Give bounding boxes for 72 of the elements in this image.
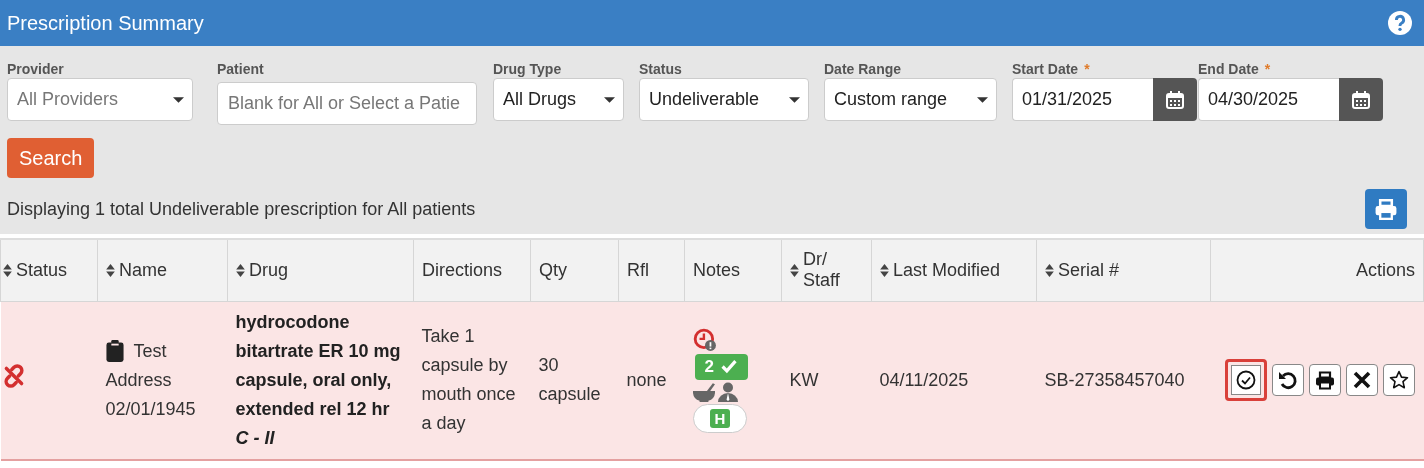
print-icon <box>1374 198 1398 220</box>
serial-number: SB-27358457040 <box>1044 368 1186 392</box>
checkmark-icon <box>719 359 738 374</box>
field-label: Provider <box>7 61 64 77</box>
count-badge: 2 <box>694 353 748 380</box>
column-header[interactable]: Status <box>0 239 98 301</box>
date-field[interactable]: 04/30/2025 <box>1198 78 1339 121</box>
caret-icon <box>173 96 184 103</box>
dropdown[interactable]: All Drugs <box>493 78 624 121</box>
search-button[interactable]: Search <box>7 138 95 178</box>
sort-icon <box>236 263 245 277</box>
drug-name: hydrocodone bitartrate ER 10 mg capsule, oral only, extended rel 12 hr C - II <box>235 310 402 450</box>
calendar-icon <box>1351 90 1371 109</box>
patient-name[interactable]: Test Address <box>105 336 220 395</box>
column-header[interactable]: Drug <box>227 239 414 301</box>
dropdown[interactable]: Custom range <box>824 78 997 121</box>
column-header: Actions <box>1210 239 1424 301</box>
page-title: Prescription Summary <box>7 11 204 35</box>
field-label: Date Range <box>824 61 902 77</box>
calendar-button[interactable] <box>1153 78 1197 121</box>
check-circle-icon <box>1235 370 1256 390</box>
sort-icon <box>880 263 889 277</box>
column-header[interactable]: Serial # <box>1036 239 1211 301</box>
clock-warning-icon <box>692 327 717 352</box>
caret-icon <box>977 96 988 103</box>
quantity-text: 30 capsule <box>538 354 602 406</box>
column-header[interactable]: Name <box>97 239 228 301</box>
sort-icon <box>3 263 12 277</box>
field-label: End Date <box>1198 61 1259 77</box>
star-icon <box>1388 370 1409 390</box>
column-header[interactable]: Last Modified <box>871 239 1037 301</box>
results-summary: Displaying 1 total Undeliverable prescription for All patients <box>7 198 476 220</box>
date-text: 04/11/2025 <box>879 368 970 392</box>
column-header: Notes <box>684 239 782 301</box>
favorite-button[interactable] <box>1382 364 1415 396</box>
delete-button[interactable] <box>1345 364 1378 396</box>
field-label: Start Date <box>1012 61 1079 77</box>
mortar-pestle-icon <box>692 381 715 402</box>
undo-button[interactable] <box>1271 364 1304 396</box>
person-icon <box>717 381 738 402</box>
input-field[interactable]: Blank for All or Select a Patie <box>217 82 477 125</box>
clipboard-icon <box>105 339 124 362</box>
sort-icon <box>1045 263 1054 277</box>
column-header[interactable]: Dr/ Staff <box>781 239 872 301</box>
birth-date: 02/01/1945 <box>105 397 197 421</box>
field-label: Patient <box>217 61 264 77</box>
approve-button[interactable] <box>1224 359 1267 401</box>
dropdown[interactable]: All Providers <box>7 78 193 121</box>
required-asterisk: * <box>1084 61 1090 77</box>
undo-icon <box>1277 370 1298 390</box>
help-icon[interactable] <box>1388 11 1412 35</box>
dropdown[interactable]: Undeliverable <box>639 78 809 121</box>
column-header: Directions <box>413 239 531 301</box>
sort-icon <box>106 263 115 277</box>
directions-text: Take 1 capsule by mouth once a day <box>421 325 517 435</box>
print-icon <box>1314 370 1335 390</box>
required-asterisk: * <box>1264 61 1271 77</box>
caret-icon <box>789 96 800 103</box>
calendar-button[interactable] <box>1339 78 1383 121</box>
field-label: Drug Type <box>493 61 562 77</box>
column-header: Rfl <box>618 239 685 301</box>
date-field[interactable]: 01/31/2025 <box>1012 78 1153 121</box>
letter-badge: H <box>709 408 731 428</box>
column-header: Qty <box>530 239 619 301</box>
field-label: Status <box>639 61 682 77</box>
print-button[interactable] <box>1308 364 1341 396</box>
close-icon <box>1351 370 1372 390</box>
staff-initials: KW <box>789 368 820 392</box>
refill-text: none <box>626 368 668 392</box>
calendar-icon <box>1165 90 1185 109</box>
sort-icon <box>790 263 799 277</box>
caret-icon <box>604 96 615 103</box>
